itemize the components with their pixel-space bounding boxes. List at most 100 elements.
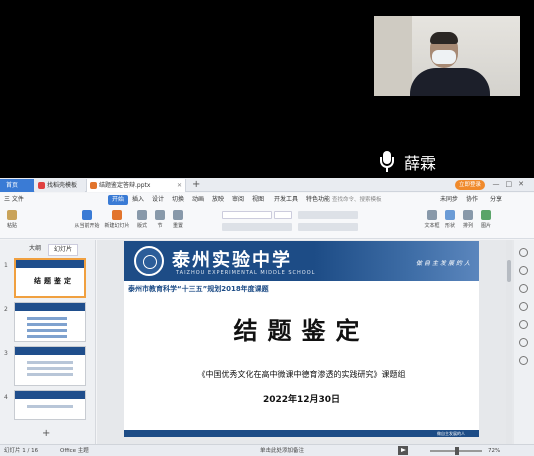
menu-design[interactable]: 设计	[152, 195, 164, 205]
zoom-level: 72%	[488, 448, 501, 454]
slide-date: 2022年12月30日	[262, 395, 341, 405]
location-icon[interactable]	[519, 302, 528, 311]
tool-icon[interactable]	[519, 320, 528, 329]
tab-document[interactable]: 结题鉴定答辩.pptx ✕	[86, 179, 186, 192]
menu-review[interactable]: 审阅	[232, 195, 244, 205]
close-tab-icon[interactable]: ✕	[177, 179, 182, 192]
thumb-row	[27, 323, 67, 326]
login-button[interactable]: 立即登录	[455, 180, 486, 190]
participant-name: 薛霖	[404, 154, 437, 173]
picture-button[interactable]: 图片	[478, 210, 494, 230]
paragraph-group[interactable]	[298, 211, 358, 219]
layout-button[interactable]: 版式	[134, 210, 150, 230]
docer-icon	[38, 182, 45, 189]
animation-icon[interactable]	[519, 284, 528, 293]
menu-animation[interactable]: 动画	[192, 195, 204, 205]
slide-thumbnail-2[interactable]	[14, 302, 86, 342]
school-name: 泰州实验中学	[172, 250, 292, 271]
thumb-row	[27, 329, 67, 332]
layout-label: 版式	[136, 223, 147, 229]
thumb-banner	[15, 347, 85, 355]
property-icon[interactable]	[519, 248, 528, 257]
window-controls[interactable]: —□✕	[493, 178, 530, 191]
new-slide-label: 新建幻灯片	[104, 223, 130, 229]
video-shelf	[374, 16, 412, 96]
menu-slideshow[interactable]: 放映	[212, 195, 224, 205]
text-format-group[interactable]	[222, 223, 292, 231]
participant-body	[410, 68, 490, 96]
zoom-slider-handle[interactable]	[455, 447, 459, 455]
slide-thumbnail-3[interactable]	[14, 346, 86, 386]
font-select[interactable]	[222, 211, 272, 219]
tab-home-label: 首页	[6, 182, 19, 189]
participant-name-tag: 薛霖	[380, 150, 436, 174]
theme-name: Office 主题	[60, 448, 89, 454]
section-button[interactable]: 节	[152, 210, 168, 230]
textbox-label: 文本框	[424, 223, 440, 229]
slide-thumbnail-1[interactable]: 结题鉴定	[14, 258, 86, 298]
notes-button[interactable]: 单击此处添加备注	[260, 446, 304, 456]
share-button[interactable]: 分享	[490, 195, 502, 205]
thumb-title: 结题鉴定	[34, 277, 74, 285]
menu-features[interactable]: 特色功能	[306, 195, 330, 205]
tab-slides[interactable]: 幻灯片	[48, 244, 79, 256]
menu-transition[interactable]: 切换	[172, 195, 184, 205]
screen: 薛霖 首页 找稻壳模板 结题鉴定答辩.pptx ✕ + 立即登录 —□✕ 三 文件…	[0, 0, 534, 456]
align-group[interactable]	[298, 223, 358, 231]
menu-devtools[interactable]: 开发工具	[274, 195, 298, 205]
shape-icon	[445, 210, 455, 220]
collab-button[interactable]: 协作	[466, 195, 478, 205]
reset-label: 重置	[172, 223, 183, 229]
help-icon[interactable]	[519, 356, 528, 365]
slide-footer-band	[124, 430, 479, 437]
picture-label: 图片	[480, 223, 491, 229]
font-size-select[interactable]	[274, 211, 292, 219]
style-icon[interactable]	[519, 266, 528, 275]
slide-banner: 泰州实验中学 TAIZHOU EXPERIMENTAL MIDDLE SCHOO…	[124, 241, 479, 281]
command-search[interactable]: 查找命令、搜索模板	[332, 195, 406, 205]
layout-icon	[137, 210, 147, 220]
paste-button[interactable]: 粘贴	[4, 210, 20, 230]
microphone-icon[interactable]	[380, 151, 394, 173]
thumb-banner	[15, 303, 85, 311]
arrange-label: 排列	[462, 223, 473, 229]
reset-icon	[173, 210, 183, 220]
paste-label: 粘贴	[6, 223, 17, 229]
arrange-icon	[463, 210, 473, 220]
thumb-row	[27, 405, 73, 408]
tab-home[interactable]: 首页	[0, 179, 34, 192]
tab-outline[interactable]: 大纲	[24, 244, 46, 254]
thumb-row	[27, 367, 73, 370]
scrollbar-thumb[interactable]	[507, 260, 511, 282]
textbox-button[interactable]: 文本框	[424, 210, 440, 230]
play-icon	[82, 210, 92, 220]
settings-icon[interactable]	[519, 338, 528, 347]
school-name-en: TAIZHOU EXPERIMENTAL MIDDLE SCHOOL	[176, 270, 316, 276]
menu-insert[interactable]: 插入	[132, 195, 144, 205]
thumb-number: 3	[4, 350, 8, 357]
menu-view[interactable]: 视图	[252, 195, 264, 205]
title-bar: 首页 找稻壳模板 结题鉴定答辩.pptx ✕ + 立即登录 —□✕	[0, 178, 534, 192]
play-from-current-button[interactable]: 从当前开始	[74, 210, 100, 230]
right-sidebar	[514, 240, 534, 446]
new-tab-button[interactable]: +	[192, 178, 200, 191]
add-slide-button[interactable]: +	[42, 428, 50, 439]
thumb-row	[27, 335, 67, 338]
project-name: 《中国优秀文化在高中微课中德育渗透的实践研究》课题组	[197, 370, 406, 379]
new-slide-button[interactable]: 新建幻灯片	[104, 210, 130, 230]
vertical-scrollbar[interactable]	[506, 240, 512, 446]
reset-button[interactable]: 重置	[170, 210, 186, 230]
sync-status[interactable]: 未同步	[440, 195, 458, 205]
tab-template-label: 找稻壳模板	[47, 182, 78, 189]
menu-start[interactable]: 开始	[108, 195, 129, 205]
tab-template[interactable]: 找稻壳模板	[35, 179, 85, 192]
thumb-number: 2	[4, 306, 8, 313]
file-menu[interactable]: 三 文件	[4, 195, 24, 205]
slide-thumbnail-4[interactable]	[14, 390, 86, 420]
slide[interactable]: 泰州实验中学 TAIZHOU EXPERIMENTAL MIDDLE SCHOO…	[124, 241, 479, 437]
shape-button[interactable]: 形状	[442, 210, 458, 230]
slideshow-play-icon[interactable]	[398, 446, 408, 455]
slide-canvas[interactable]: 泰州实验中学 TAIZHOU EXPERIMENTAL MIDDLE SCHOO…	[97, 240, 517, 446]
shape-label: 形状	[444, 223, 455, 229]
arrange-button[interactable]: 排列	[460, 210, 476, 230]
